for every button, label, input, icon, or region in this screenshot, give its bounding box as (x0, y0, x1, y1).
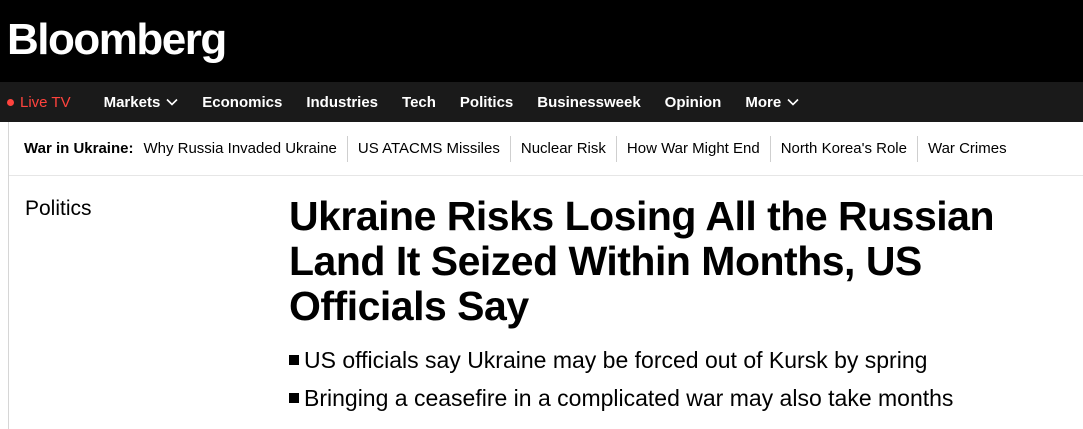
summary-bullet-text: Bringing a ceasefire in a complicated wa… (304, 384, 954, 411)
live-dot-icon (7, 98, 14, 106)
nav-item-label: Politics (459, 93, 514, 111)
topic-link[interactable]: Nuclear Risk (509, 135, 616, 162)
topic-link[interactable]: North Korea's Role (769, 135, 917, 162)
chevron-down-icon (166, 98, 178, 106)
nav-item-label: Economics (202, 93, 283, 111)
nav-item-live-tv[interactable]: Live TV (7, 94, 71, 111)
nav-item-opinion[interactable]: Opinion (665, 94, 722, 111)
topic-bar: War in Ukraine: Why Russia Invaded Ukrai… (9, 122, 1083, 176)
summary-bullet: US officials say Ukraine may be forced o… (289, 341, 1069, 379)
nav-item-businessweek[interactable]: Businessweek (537, 94, 640, 111)
nav-item-label: Industries (306, 93, 379, 111)
chevron-down-icon (787, 98, 799, 106)
summary-bullet-text: US officials say Ukraine may be forced o… (304, 346, 928, 373)
nav-item-economics[interactable]: Economics (202, 94, 282, 111)
nav-item-industries[interactable]: Industries (306, 94, 378, 111)
nav-item-markets[interactable]: Markets (104, 94, 179, 111)
live-tv-label: Live TV (20, 93, 71, 111)
nav-item-label: Markets (103, 93, 161, 111)
square-bullet-icon (289, 355, 299, 365)
topic-link[interactable]: Why Russia Invaded Ukraine (143, 136, 346, 162)
bloomberg-logo[interactable]: Bloomberg (7, 12, 227, 68)
nav-item-politics[interactable]: Politics (460, 94, 513, 111)
square-bullet-icon (289, 393, 299, 403)
article-headline: Ukraine Risks Losing All the Russian Lan… (289, 193, 995, 329)
main-nav: Live TV Markets Economics Industries Tec… (0, 82, 1083, 122)
nav-item-label: Businessweek (537, 93, 641, 111)
topic-bar-title: War in Ukraine: (24, 140, 134, 157)
nav-item-label: More (745, 93, 782, 111)
nav-item-more[interactable]: More (745, 94, 799, 111)
nav-item-tech[interactable]: Tech (402, 94, 436, 111)
nav-item-label: Tech (402, 93, 436, 111)
article-summary: US officials say Ukraine may be forced o… (289, 341, 1069, 417)
section-label[interactable]: Politics (25, 197, 92, 221)
masthead: Bloomberg (0, 0, 1083, 82)
summary-bullet: Bringing a ceasefire in a complicated wa… (289, 379, 1069, 417)
topic-link[interactable]: How War Might End (615, 135, 770, 162)
topic-link[interactable]: War Crimes (916, 135, 1017, 162)
nav-item-label: Opinion (664, 93, 722, 111)
topic-link[interactable]: US ATACMS Missiles (346, 135, 510, 162)
